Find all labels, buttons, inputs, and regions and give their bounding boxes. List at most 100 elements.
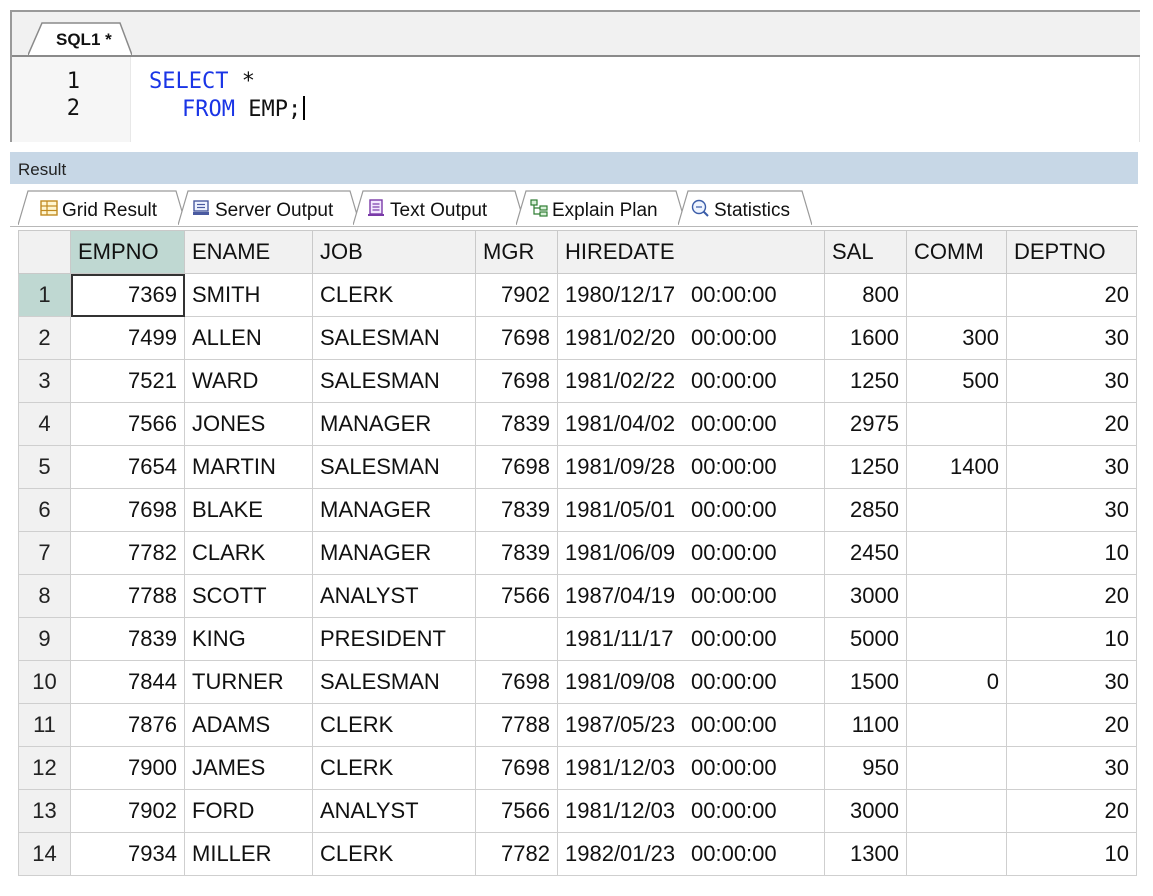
cell-comm[interactable] — [906, 488, 1007, 532]
cell-sal[interactable]: 950 — [824, 746, 907, 790]
cell-deptno[interactable]: 20 — [1006, 703, 1137, 747]
column-header-deptno[interactable]: DEPTNO — [1006, 230, 1137, 274]
cell-empno[interactable]: 7844 — [70, 660, 185, 704]
cell-deptno[interactable]: 10 — [1006, 617, 1137, 661]
row-number[interactable]: 11 — [18, 703, 71, 747]
cell-ename[interactable]: JONES — [184, 402, 313, 446]
table-row[interactable]: 5 7654 MARTIN SALESMAN 7698 1981/09/28 00:00:0… — [18, 445, 1137, 489]
column-header-ename[interactable]: ENAME — [184, 230, 313, 274]
table-row[interactable]: 4 7566 JONES MANAGER 7839 1981/04/02 00:00:00 2… — [18, 402, 1137, 446]
cell-mgr[interactable]: 7839 — [475, 488, 558, 532]
cell-comm[interactable] — [906, 617, 1007, 661]
table-row[interactable]: 2 7499 ALLEN SALESMAN 7698 1981/02/20 00:00:00… — [18, 316, 1137, 360]
cell-deptno[interactable]: 30 — [1006, 660, 1137, 704]
cell-ename[interactable]: SMITH — [184, 273, 313, 317]
column-header-hiredate[interactable]: HIREDATE — [557, 230, 825, 274]
cell-sal[interactable]: 2850 — [824, 488, 907, 532]
row-number[interactable]: 3 — [18, 359, 71, 403]
cell-hiredate[interactable]: 1981/04/02 00:00:00 — [557, 402, 825, 446]
cell-job[interactable]: MANAGER — [312, 402, 476, 446]
cell-comm[interactable]: 500 — [906, 359, 1007, 403]
cell-empno[interactable]: 7369 — [70, 273, 185, 317]
cell-mgr[interactable]: 7839 — [475, 402, 558, 446]
cell-job[interactable]: ANALYST — [312, 574, 476, 618]
row-number[interactable]: 7 — [18, 531, 71, 575]
table-row[interactable]: 14 7934 MILLER CLERK 7782 1982/01/23 00:00:00 1… — [18, 832, 1137, 876]
column-header-comm[interactable]: COMM — [906, 230, 1007, 274]
result-grid[interactable]: EMPNO ENAME JOB MGR HIREDATE SAL COMM DEPTNO 17… — [18, 230, 1137, 876]
tab-text-output[interactable]: Text Output — [353, 190, 525, 225]
cell-deptno[interactable]: 20 — [1006, 402, 1137, 446]
cell-comm[interactable]: 0 — [906, 660, 1007, 704]
cell-hiredate[interactable]: 1981/09/28 00:00:00 — [557, 445, 825, 489]
cell-mgr[interactable]: 7566 — [475, 574, 558, 618]
tab-server-output[interactable]: Server Output — [178, 190, 360, 225]
cell-mgr[interactable]: 7698 — [475, 445, 558, 489]
cell-hiredate[interactable]: 1981/02/22 00:00:00 — [557, 359, 825, 403]
cell-hiredate[interactable]: 1981/09/08 00:00:00 — [557, 660, 825, 704]
cell-job[interactable]: SALESMAN — [312, 660, 476, 704]
cell-deptno[interactable]: 20 — [1006, 574, 1137, 618]
cell-empno[interactable]: 7934 — [70, 832, 185, 876]
cell-mgr[interactable]: 7698 — [475, 359, 558, 403]
cell-sal[interactable]: 1250 — [824, 359, 907, 403]
code-line[interactable]: SELECT * — [149, 69, 255, 94]
cell-hiredate[interactable]: 1987/05/23 00:00:00 — [557, 703, 825, 747]
cell-empno[interactable]: 7876 — [70, 703, 185, 747]
cell-mgr[interactable]: 7698 — [475, 316, 558, 360]
cell-ename[interactable]: MILLER — [184, 832, 313, 876]
cell-hiredate[interactable]: 1981/12/03 00:00:00 — [557, 789, 825, 833]
cell-comm[interactable]: 1400 — [906, 445, 1007, 489]
table-row[interactable]: 10 7844 TURNER SALESMAN 7698 1981/09/08 00:00:… — [18, 660, 1137, 704]
cell-job[interactable]: CLERK — [312, 832, 476, 876]
cell-comm[interactable] — [906, 703, 1007, 747]
table-row[interactable]: 9 7839 KING PRESIDENT 1981/11/17 00:00:00 5000… — [18, 617, 1137, 661]
row-number[interactable]: 5 — [18, 445, 71, 489]
cell-empno[interactable]: 7698 — [70, 488, 185, 532]
cell-ename[interactable]: SCOTT — [184, 574, 313, 618]
cell-job[interactable]: PRESIDENT — [312, 617, 476, 661]
cell-empno[interactable]: 7654 — [70, 445, 185, 489]
cell-deptno[interactable]: 30 — [1006, 488, 1137, 532]
cell-sal[interactable]: 5000 — [824, 617, 907, 661]
cell-comm[interactable]: 300 — [906, 316, 1007, 360]
cell-sal[interactable]: 3000 — [824, 789, 907, 833]
cell-job[interactable]: MANAGER — [312, 488, 476, 532]
cell-mgr[interactable]: 7782 — [475, 832, 558, 876]
row-number[interactable]: 8 — [18, 574, 71, 618]
cell-mgr[interactable]: 7566 — [475, 789, 558, 833]
table-row[interactable]: 1 7369 SMITH CLERK 7902 1980/12/17 00:00:00 800… — [18, 273, 1137, 317]
cell-comm[interactable] — [906, 402, 1007, 446]
cell-hiredate[interactable]: 1981/12/03 00:00:00 — [557, 746, 825, 790]
cell-hiredate[interactable]: 1981/02/20 00:00:00 — [557, 316, 825, 360]
cell-hiredate[interactable]: 1981/06/09 00:00:00 — [557, 531, 825, 575]
cell-sal[interactable]: 1600 — [824, 316, 907, 360]
row-number[interactable]: 6 — [18, 488, 71, 532]
cell-ename[interactable]: ADAMS — [184, 703, 313, 747]
cell-empno[interactable]: 7839 — [70, 617, 185, 661]
row-number[interactable]: 2 — [18, 316, 71, 360]
cell-hiredate[interactable]: 1981/11/17 00:00:00 — [557, 617, 825, 661]
cell-hiredate[interactable]: 1980/12/17 00:00:00 — [557, 273, 825, 317]
column-header-empno[interactable]: EMPNO — [70, 230, 185, 274]
cell-ename[interactable]: BLAKE — [184, 488, 313, 532]
cell-sal[interactable]: 2450 — [824, 531, 907, 575]
cell-empno[interactable]: 7902 — [70, 789, 185, 833]
tab-sql1[interactable]: SQL1 * — [28, 21, 132, 55]
cell-deptno[interactable]: 30 — [1006, 445, 1137, 489]
tab-statistics[interactable]: Statistics — [678, 190, 812, 225]
cell-sal[interactable]: 2975 — [824, 402, 907, 446]
cell-deptno[interactable]: 30 — [1006, 359, 1137, 403]
cell-empno[interactable]: 7521 — [70, 359, 185, 403]
row-number[interactable]: 9 — [18, 617, 71, 661]
cell-hiredate[interactable]: 1982/01/23 00:00:00 — [557, 832, 825, 876]
cell-deptno[interactable]: 30 — [1006, 316, 1137, 360]
table-row[interactable]: 7 7782 CLARK MANAGER 7839 1981/06/09 00:00:00 2… — [18, 531, 1137, 575]
cell-comm[interactable] — [906, 789, 1007, 833]
cell-mgr[interactable]: 7902 — [475, 273, 558, 317]
row-number[interactable]: 14 — [18, 832, 71, 876]
cell-empno[interactable]: 7566 — [70, 402, 185, 446]
cell-ename[interactable]: JAMES — [184, 746, 313, 790]
table-row[interactable]: 11 7876 ADAMS CLERK 7788 1987/05/23 00:00:00 11… — [18, 703, 1137, 747]
cell-hiredate[interactable]: 1987/04/19 00:00:00 — [557, 574, 825, 618]
